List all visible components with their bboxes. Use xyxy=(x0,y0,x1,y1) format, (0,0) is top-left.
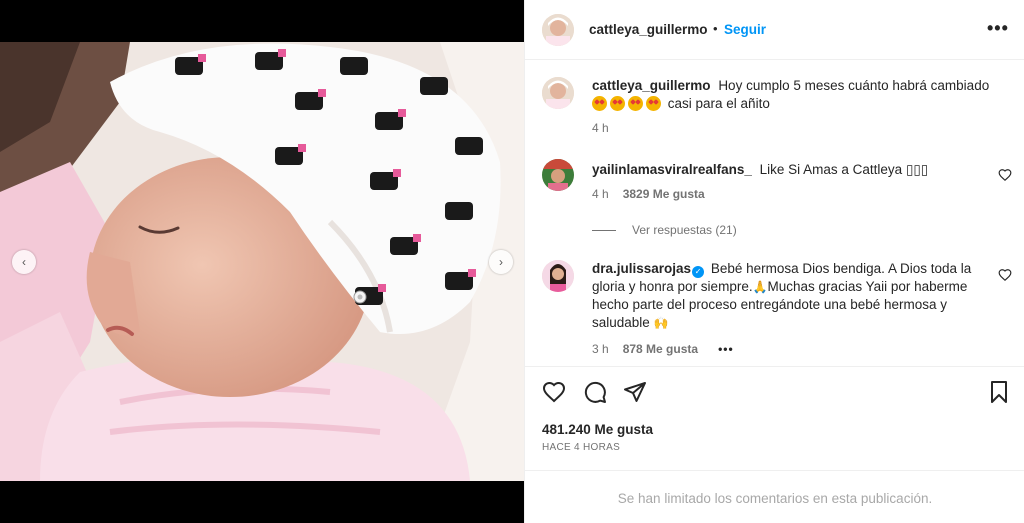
comment-likes[interactable]: 3829 Me gusta xyxy=(623,187,705,201)
comment-bubble-icon[interactable] xyxy=(583,380,607,404)
avatar-image-icon xyxy=(542,77,574,109)
avatar[interactable] xyxy=(542,159,574,191)
more-options-icon[interactable]: ••• xyxy=(987,18,1009,39)
caption-body: Hoy cumplo 5 meses cuánto habrá cambiado xyxy=(718,78,990,93)
comment-time[interactable]: 4 h xyxy=(592,187,609,201)
caption-text: cattleya_guillermo Hoy cumplo 5 meses cu… xyxy=(592,77,992,113)
star-eyes-emoji-icon xyxy=(646,96,661,111)
view-replies-button[interactable]: Ver respuestas (21) xyxy=(592,223,737,237)
praying-hands-emoji-icon: 🙏 xyxy=(752,280,768,294)
star-eyes-emoji-icon xyxy=(592,96,607,111)
caption-username-link[interactable]: cattleya_guillermo xyxy=(592,78,711,93)
share-paper-plane-icon[interactable] xyxy=(623,380,647,404)
comment-options-icon[interactable]: ••• xyxy=(718,342,734,356)
avatar-image-icon xyxy=(542,14,574,46)
verified-badge-icon: ✓ xyxy=(692,266,705,278)
carousel-prev-button[interactable]: ‹ xyxy=(12,250,36,274)
header-username-link[interactable]: cattleya_guillermo xyxy=(589,22,708,37)
comment-username-link[interactable]: yailinlamasviralrealfans_ xyxy=(592,162,752,177)
chevron-left-icon: ‹ xyxy=(22,255,26,269)
comments-limited-notice: Se han limitado los comentarios en esta … xyxy=(617,491,933,506)
carousel-next-button[interactable]: › xyxy=(489,250,513,274)
avatar-image-icon xyxy=(542,159,574,191)
comment-likes[interactable]: 878 Me gusta xyxy=(623,342,698,356)
caption-time[interactable]: 4 h xyxy=(592,121,609,135)
star-eyes-emoji-icon xyxy=(628,96,643,111)
comment-text: dra.julissarojas ✓ Bebé hermosa Dios bend… xyxy=(592,260,992,332)
like-heart-icon[interactable] xyxy=(542,380,566,404)
header-separator: • xyxy=(713,21,718,36)
baby-photo-illustration xyxy=(0,42,524,481)
comment-username-link[interactable]: dra.julissarojas xyxy=(592,261,691,276)
post-side-panel: cattleya_guillermo • Seguir ••• cattleya… xyxy=(524,0,1024,523)
view-replies-label: Ver respuestas (21) xyxy=(632,223,737,237)
heart-icon[interactable] xyxy=(998,168,1012,182)
save-bookmark-icon[interactable] xyxy=(987,380,1011,404)
heart-icon[interactable] xyxy=(998,268,1012,282)
comment-text: yailinlamasviralrealfans_ Like Si Amas a… xyxy=(592,161,992,179)
star-eyes-emoji-icon xyxy=(610,96,625,111)
comment-meta: 4 h 3829 Me gusta xyxy=(592,187,705,201)
chevron-right-icon: › xyxy=(499,255,503,269)
replies-divider-line xyxy=(592,230,616,232)
post-actions: 481.240 Me gusta HACE 4 HORAS xyxy=(525,366,1024,470)
comments-list[interactable]: cattleya_guillermo Hoy cumplo 5 meses cu… xyxy=(525,61,1024,366)
comment-meta: 3 h 878 Me gusta ••• xyxy=(592,342,734,356)
avatar[interactable] xyxy=(542,14,574,46)
avatar[interactable] xyxy=(542,77,574,109)
avatar-image-icon xyxy=(542,260,574,292)
avatar[interactable] xyxy=(542,260,574,292)
comment-body: Like Si Amas a Cattleya ▯▯▯ xyxy=(759,162,929,177)
post-likes-count[interactable]: 481.240 Me gusta xyxy=(542,422,653,437)
raising-hands-emoji-icon: 🙌 xyxy=(653,316,669,330)
post-photo[interactable] xyxy=(0,42,524,481)
comments-footer: Se han limitado los comentarios en esta … xyxy=(525,470,1024,523)
post-timestamp[interactable]: HACE 4 HORAS xyxy=(542,442,620,453)
follow-button[interactable]: Seguir xyxy=(724,22,766,37)
post-media: ‹ › xyxy=(0,0,524,523)
post-header: cattleya_guillermo • Seguir ••• xyxy=(525,0,1024,60)
comment-time[interactable]: 3 h xyxy=(592,342,609,356)
caption-body-end: casi para el añito xyxy=(667,96,770,111)
